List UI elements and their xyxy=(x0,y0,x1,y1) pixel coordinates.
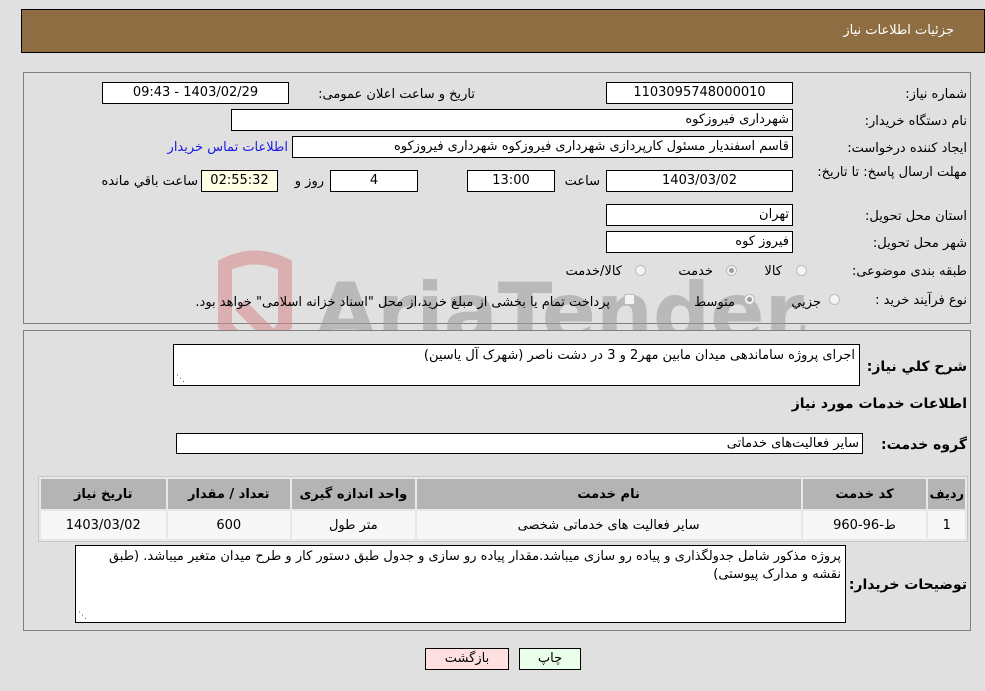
col-header-unit: واحد اندازه گیری xyxy=(292,479,415,509)
process-option-medium: متوسط xyxy=(694,295,735,310)
services-section-title: اطلاعات خدمات مورد نیاز xyxy=(791,396,967,412)
service-group-label: گروه خدمت: xyxy=(881,437,967,453)
remaining-days-field[interactable]: 4 xyxy=(330,170,418,192)
description-textarea[interactable]: اجرای پروژه ساماندهی میدان مابین مهر2 و … xyxy=(173,344,860,386)
process-option-minor: جزيي xyxy=(791,295,821,310)
province-field[interactable]: تهران xyxy=(606,204,793,226)
col-header-row-number: ردیف xyxy=(928,479,965,509)
city-label: شهر محل تحویل: xyxy=(872,236,967,251)
cell-unit: متر طول xyxy=(292,511,415,539)
buyer-notes-text: پروژه مذکور شامل جدولگذاری و پیاده رو سا… xyxy=(108,549,841,582)
announce-datetime-label: تاریخ و ساعت اعلان عمومی: xyxy=(318,87,475,102)
category-option-service: خدمت xyxy=(678,264,713,279)
col-header-service-code: کد خدمت xyxy=(802,479,927,509)
buyer-notes-label: توضیحات خریدار: xyxy=(848,577,967,593)
resize-grip-icon[interactable]: ⋰ xyxy=(176,375,185,384)
deadline-time-field[interactable]: 13:00 xyxy=(467,170,555,192)
description-text: اجرای پروژه ساماندهی میدان مابین مهر2 و … xyxy=(423,348,855,363)
cell-service-name: سایر فعالیت های خدماتی شخصی xyxy=(416,511,801,539)
category-option-goods-service: کالا/خدمت xyxy=(565,264,622,279)
category-label: طبقه بندی موضوعی: xyxy=(851,264,967,279)
need-number-label: شماره نیاز: xyxy=(905,87,967,102)
need-number-field[interactable]: 1103095748000010 xyxy=(606,82,793,104)
buyer-notes-textarea[interactable]: پروژه مذکور شامل جدولگذاری و پیاده رو سا… xyxy=(75,545,846,623)
resize-grip-icon[interactable]: ⋰ xyxy=(78,612,87,621)
page-header: جزئیات اطلاعات نیاز xyxy=(21,9,985,53)
table-row: 1 ط-96-960 سایر فعالیت های خدماتی شخصی م… xyxy=(41,511,965,539)
requester-field[interactable]: قاسم اسفندیار مسئول کارپردازی شهرداری فی… xyxy=(292,136,793,158)
announce-datetime-field[interactable]: 1403/02/29 - 09:43 xyxy=(102,82,289,104)
city-field[interactable]: فیروز کوه xyxy=(606,231,793,253)
days-label: روز و xyxy=(294,174,324,189)
buyer-contact-link[interactable]: اطلاعات تماس خریدار xyxy=(168,140,288,155)
cell-service-code: ط-96-960 xyxy=(802,511,927,539)
category-radio-service[interactable] xyxy=(726,265,737,276)
services-table: ردیف کد خدمت نام خدمت واحد اندازه گیری ت… xyxy=(38,476,968,542)
col-header-quantity: تعداد / مقدار xyxy=(167,479,291,509)
deadline-time-label: ساعت xyxy=(564,174,600,189)
remaining-time-label: ساعت باقي مانده xyxy=(101,174,198,189)
back-button[interactable]: بازگشت xyxy=(425,648,509,670)
cell-quantity: 600 xyxy=(167,511,291,539)
buyer-org-label: نام دستگاه خریدار: xyxy=(864,114,967,129)
treasury-note: پرداخت تمام یا بخشی از مبلغ خرید،از محل … xyxy=(195,295,610,310)
print-button[interactable]: چاپ xyxy=(519,648,581,670)
col-header-need-date: تاریخ نیاز xyxy=(41,479,166,509)
service-group-field[interactable]: سایر فعالیت‌های خدماتی xyxy=(176,433,863,454)
category-option-goods: کالا xyxy=(764,264,782,279)
cell-need-date: 1403/03/02 xyxy=(41,511,166,539)
table-header-row: ردیف کد خدمت نام خدمت واحد اندازه گیری ت… xyxy=(41,479,965,509)
deadline-date-field[interactable]: 1403/03/02 xyxy=(606,170,793,192)
deadline-label: مهلت ارسال پاسخ: تا تاریخ: xyxy=(817,165,967,180)
cell-row-number: 1 xyxy=(928,511,965,539)
description-label: شرح کلي نیاز: xyxy=(866,359,967,375)
page-title: جزئیات اطلاعات نیاز xyxy=(843,23,954,38)
treasury-checkbox[interactable] xyxy=(624,294,635,305)
process-type-label: نوع فرآیند خرید : xyxy=(875,293,967,308)
category-radio-goods-service[interactable] xyxy=(635,265,646,276)
process-radio-medium[interactable] xyxy=(744,294,755,305)
col-header-service-name: نام خدمت xyxy=(416,479,801,509)
province-label: استان محل تحویل: xyxy=(865,209,967,224)
remaining-time-field: 02:55:32 xyxy=(201,170,278,192)
requester-label: ایجاد کننده درخواست: xyxy=(847,141,967,156)
category-radio-goods[interactable] xyxy=(796,265,807,276)
process-radio-minor[interactable] xyxy=(829,294,840,305)
buyer-org-field[interactable]: شهرداری فیروزکوه xyxy=(231,109,793,131)
